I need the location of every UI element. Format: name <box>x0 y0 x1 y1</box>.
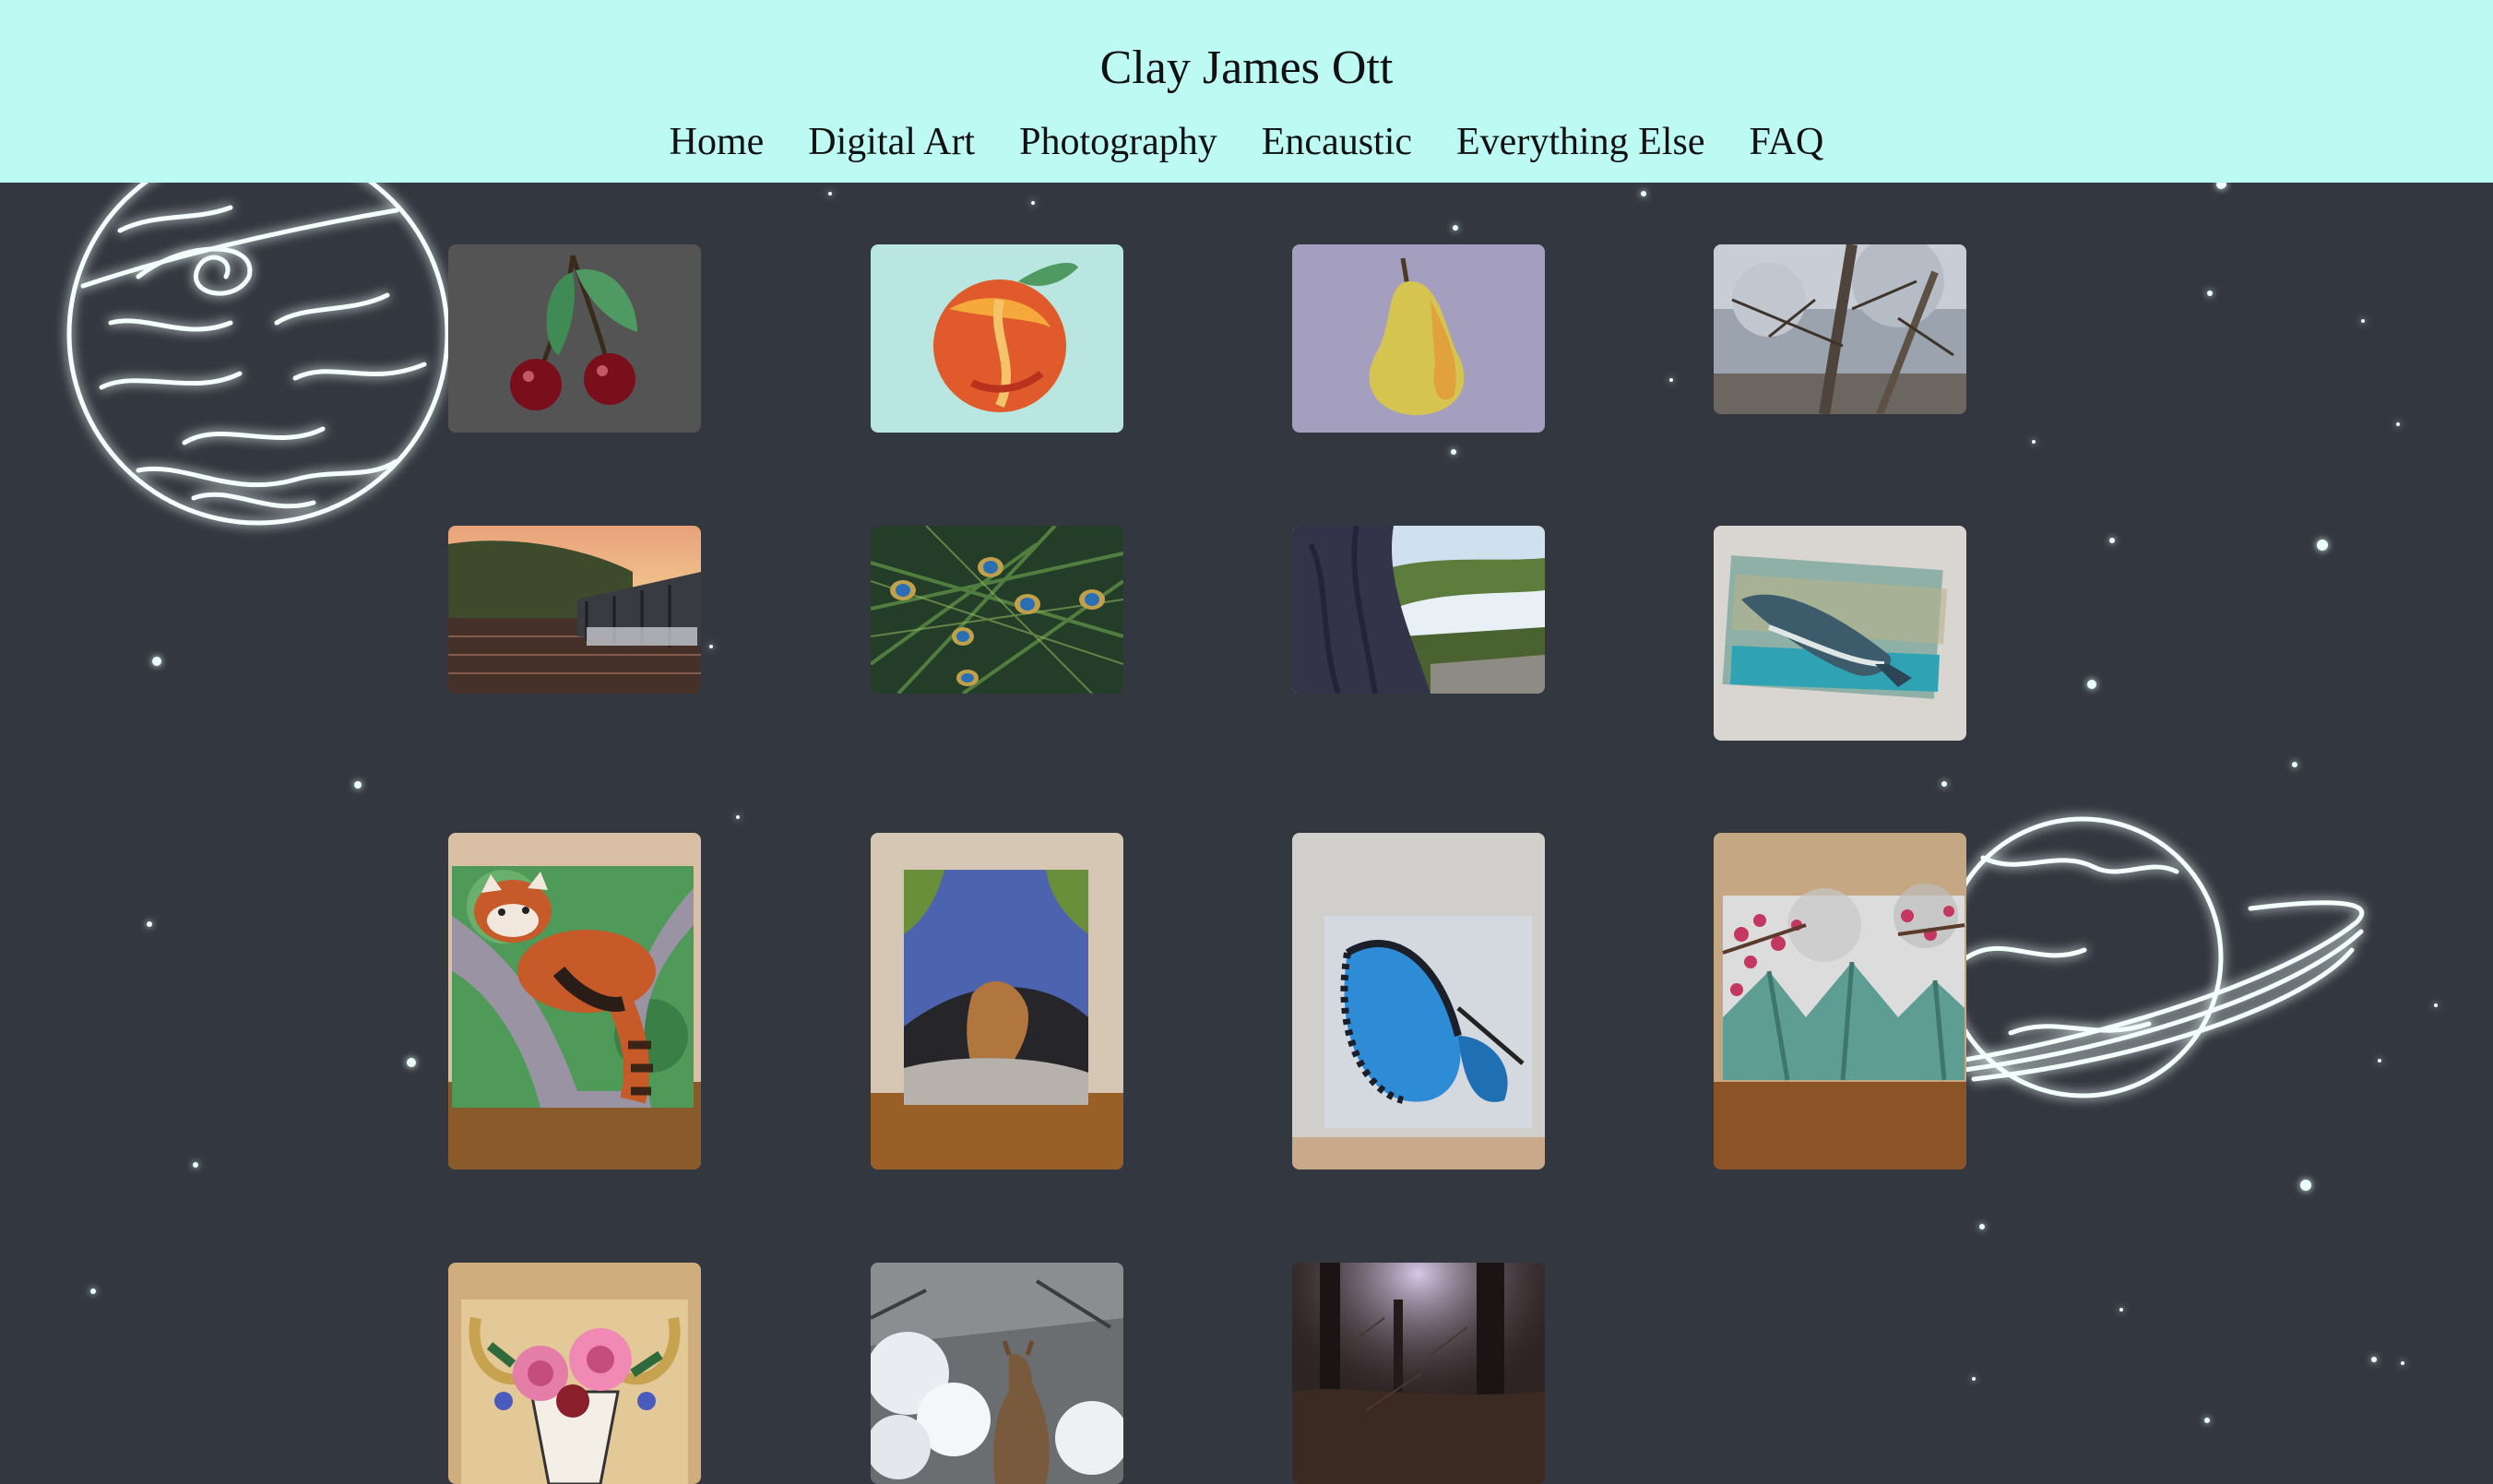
nav-digital-art[interactable]: Digital Art <box>808 114 975 170</box>
tree-river-view-photo <box>1292 526 1545 694</box>
stars <box>90 139 2438 1423</box>
gallery-thumb-tree-river[interactable] <box>1292 526 1545 694</box>
gallery-thumb-peacock[interactable] <box>871 526 1123 694</box>
gallery-thumb-peach[interactable] <box>871 244 1123 433</box>
atlas-figure-encaustic <box>871 833 1123 1169</box>
site-title[interactable]: Clay James Ott <box>0 37 2493 100</box>
gallery-thumb-lake-dock[interactable] <box>448 526 701 694</box>
nav-photography[interactable]: Photography <box>1019 114 1217 170</box>
pear-image <box>1292 244 1545 433</box>
gallery-thumb-floral-skull[interactable] <box>448 1263 701 1484</box>
gallery-thumb-tree-branches[interactable] <box>1714 244 1966 414</box>
site-header: Clay James Ott Home Digital Art Photogra… <box>0 0 2493 183</box>
lake-dock-sunset-photo <box>448 526 701 694</box>
nav-everything-else[interactable]: Everything Else <box>1456 114 1704 170</box>
forest-sunlight-photo <box>1292 1263 1545 1484</box>
main-nav: Home Digital Art Photography Encaustic E… <box>0 114 2493 170</box>
gallery-thumb-whale[interactable] <box>1714 526 1966 741</box>
nav-encaustic[interactable]: Encaustic <box>1262 114 1412 170</box>
space-background <box>66 139 2438 1423</box>
blossom-mountains-encaustic <box>1714 833 1966 1169</box>
ringed-planet-illustration <box>1941 816 2365 1098</box>
blue-butterfly-encaustic <box>1292 833 1545 1169</box>
gallery-thumb-butterfly[interactable] <box>1292 833 1545 1169</box>
nav-home[interactable]: Home <box>670 114 765 170</box>
whale-encaustic <box>1714 526 1966 741</box>
floral-skull-painting <box>448 1263 701 1484</box>
nav-faq[interactable]: FAQ <box>1749 114 1823 170</box>
gallery-thumb-pear[interactable] <box>1292 244 1545 433</box>
gallery-thumb-blossom-mountains[interactable] <box>1714 833 1966 1169</box>
gallery-thumb-red-panda[interactable] <box>448 833 701 1169</box>
red-panda-encaustic <box>448 833 701 1169</box>
cherries-image <box>448 244 701 433</box>
gallery-thumb-cherries[interactable] <box>448 244 701 433</box>
gallery-thumb-forest-sunlight[interactable] <box>1292 1263 1545 1484</box>
gallery-thumb-deer-snow[interactable] <box>871 1263 1123 1484</box>
peach-image <box>871 244 1123 433</box>
peacock-feathers-photo <box>871 526 1123 694</box>
tree-branches-photo <box>1714 244 1966 414</box>
deer-in-snow-photo <box>871 1263 1123 1484</box>
gallery-thumb-atlas[interactable] <box>871 833 1123 1169</box>
swirl-planet-illustration <box>66 142 450 526</box>
